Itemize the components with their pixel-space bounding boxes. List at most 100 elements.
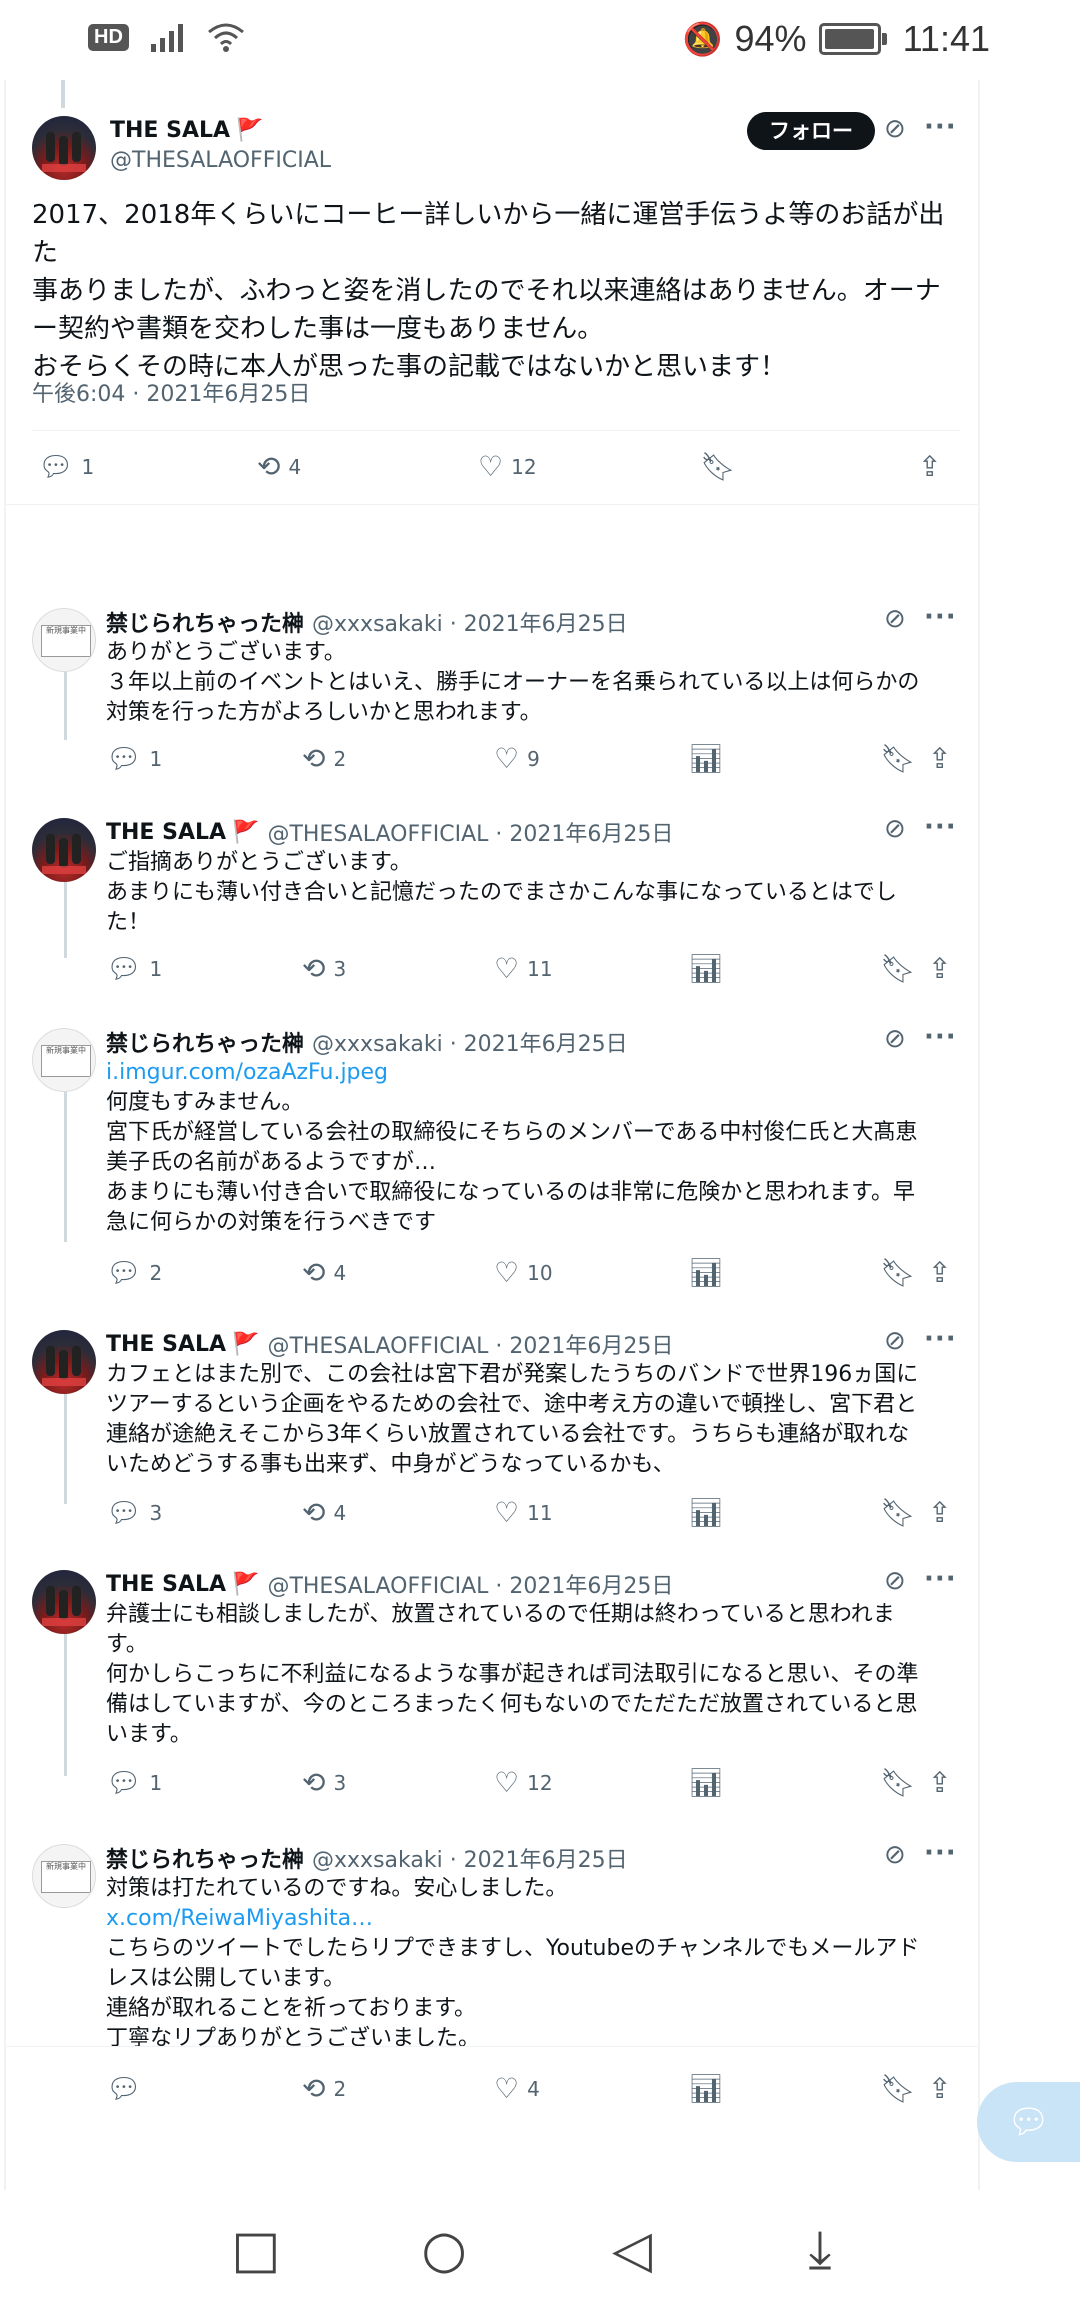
reply-button[interactable]: 💬︎ [106, 2072, 150, 2105]
reply-button[interactable]: 💬︎ 1 [106, 1766, 162, 1799]
author-name[interactable]: 禁じられちゃった榊 [106, 1026, 304, 1058]
like-button[interactable]: ♡ 12 [478, 450, 537, 483]
avatar[interactable] [32, 1330, 96, 1394]
bookmark-icon: 🔖︎ [880, 1496, 916, 1529]
like-button[interactable]: ♡ 12 [494, 1766, 553, 1799]
share-button[interactable]: ⇪ [928, 952, 951, 985]
author-name[interactable]: THE SALA [110, 118, 230, 143]
back-triangle-icon[interactable]: ◁ [592, 2220, 672, 2280]
author-handle[interactable]: @xxxsakaki · 2021年6月25日 [312, 1026, 628, 1058]
avatar[interactable] [32, 1570, 96, 1634]
like-button[interactable]: ♡ 10 [494, 1256, 553, 1289]
home-circle-icon[interactable]: ○ [404, 2220, 484, 2280]
share-button[interactable]: ⇪ [928, 2072, 951, 2105]
author-name-line[interactable]: THE SALA 🚩 @THESALAOFFICIAL · 2021年6月25日 [106, 1328, 673, 1360]
author-name[interactable]: 禁じられちゃった榊 [106, 606, 304, 638]
share-button[interactable]: ⇪ [918, 450, 941, 483]
repost-button[interactable]: ⟲ 3 [302, 952, 346, 985]
recents-square-icon[interactable]: □ [216, 2220, 296, 2280]
more-icon[interactable]: ··· [924, 1324, 957, 1354]
grok-icon[interactable]: ⊘ [884, 114, 906, 144]
notification-pull-icon[interactable]: ⤓ [780, 2220, 860, 2281]
views-button[interactable]: 📊︎ [688, 2072, 724, 2105]
views-button[interactable]: 📊︎ [688, 1256, 724, 1289]
author-name-line[interactable]: 禁じられちゃった榊 @xxxsakaki · 2021年6月25日 [106, 1026, 628, 1058]
repost-button[interactable]: ⟲ 3 [302, 1766, 346, 1799]
reply-text: ありがとうございます。 ３年以上前のイベントとはいえ、勝手にオーナーを名乗られて… [106, 640, 920, 725]
reply-button[interactable]: 💬︎ 1 [106, 952, 162, 985]
like-button[interactable]: ♡ 11 [494, 952, 553, 985]
grok-icon[interactable]: ⊘ [884, 604, 906, 634]
author-handle[interactable]: @THESALAOFFICIAL · 2021年6月25日 [267, 1568, 673, 1600]
views-button[interactable]: 📊︎ [688, 742, 724, 775]
bookmark-button[interactable]: 🔖︎ [880, 2072, 916, 2105]
author-name-line[interactable]: THE SALA 🚩 @THESALAOFFICIAL · 2021年6月25日 [106, 816, 673, 848]
author-handle[interactable]: @THESALAOFFICIAL · 2021年6月25日 [267, 816, 673, 848]
author-name-line[interactable]: 禁じられちゃった榊 @xxxsakaki · 2021年6月25日 [106, 606, 628, 638]
views-button[interactable]: 📊︎ [688, 1496, 724, 1529]
chat-fab[interactable]: 💬︎ [977, 2082, 1080, 2162]
avatar[interactable] [32, 818, 96, 882]
more-icon[interactable]: ··· [924, 602, 957, 632]
more-icon[interactable]: ··· [924, 812, 957, 842]
author-name-line[interactable]: THE SALA 🚩 [110, 118, 263, 143]
grok-icon[interactable]: ⊘ [884, 1566, 906, 1596]
author-handle[interactable]: @THESALAOFFICIAL [110, 148, 331, 173]
share-button[interactable]: ⇪ [928, 1256, 951, 1289]
author-name-line[interactable]: 禁じられちゃった榊 @xxxsakaki · 2021年6月25日 [106, 1842, 628, 1874]
repost-button[interactable]: ⟲ 4 [257, 450, 301, 483]
like-button[interactable]: ♡ 4 [494, 2072, 540, 2105]
post-text: 2017、2018年くらいにコーヒー詳しいから一緒に運営手伝うよ等のお話が出た … [32, 200, 945, 382]
reply-button[interactable]: 💬︎ 1 [106, 742, 162, 775]
share-button[interactable]: ⇪ [928, 1766, 951, 1799]
repost-count: 3 [333, 956, 347, 981]
like-button[interactable]: ♡ 11 [494, 1496, 553, 1529]
views-button[interactable]: 📊︎ [688, 952, 724, 985]
reply-button[interactable]: 💬︎ 1 [38, 450, 94, 483]
reply-icon: 💬︎ [106, 1766, 142, 1799]
bookmark-button[interactable]: 🔖︎ [880, 742, 916, 775]
author-name[interactable]: 禁じられちゃった榊 [106, 1842, 304, 1874]
grok-icon[interactable]: ⊘ [884, 814, 906, 844]
author-handle[interactable]: @THESALAOFFICIAL · 2021年6月25日 [267, 1328, 673, 1360]
grok-icon[interactable]: ⊘ [884, 1326, 906, 1356]
bookmark-button[interactable]: 🔖︎ [880, 1256, 916, 1289]
avatar[interactable]: 新規事業中 [32, 608, 96, 672]
bookmark-button[interactable]: 🔖︎ [880, 1496, 916, 1529]
views-button[interactable]: 📊︎ [688, 1766, 724, 1799]
reply-button[interactable]: 💬︎ 3 [106, 1496, 162, 1529]
author-handle[interactable]: @xxxsakaki · 2021年6月25日 [312, 606, 628, 638]
post-timestamp[interactable]: 午後6:04 · 2021年6月25日 [32, 376, 310, 408]
avatar[interactable]: 新規事業中 [32, 1844, 96, 1908]
follow-button[interactable]: フォロー [747, 112, 875, 150]
more-icon[interactable]: ··· [924, 112, 957, 142]
author-name-line[interactable]: THE SALA 🚩 @THESALAOFFICIAL · 2021年6月25日 [106, 1568, 673, 1600]
avatar[interactable] [32, 116, 96, 180]
reply-button[interactable]: 💬︎ 2 [106, 1256, 162, 1289]
like-button[interactable]: ♡ 9 [494, 742, 540, 775]
bookmark-button[interactable]: 🔖︎ [700, 450, 736, 483]
repost-button[interactable]: ⟲ 4 [302, 1256, 346, 1289]
bookmark-icon: 🔖︎ [880, 1766, 916, 1799]
more-icon[interactable]: ··· [924, 1022, 957, 1052]
repost-button[interactable]: ⟲ 2 [302, 742, 346, 775]
author-name[interactable]: THE SALA [106, 1572, 226, 1597]
avatar[interactable]: 新規事業中 [32, 1028, 96, 1092]
more-icon[interactable]: ··· [924, 1564, 957, 1594]
author-name[interactable]: THE SALA [106, 820, 226, 845]
image-link[interactable]: i.imgur.com/ozaAzFu.jpeg [106, 1058, 966, 1088]
views-icon: 📊︎ [688, 952, 724, 985]
bookmark-button[interactable]: 🔖︎ [880, 952, 916, 985]
repost-button[interactable]: ⟲ 4 [302, 1496, 346, 1529]
grok-icon[interactable]: ⊘ [884, 1024, 906, 1054]
author-name[interactable]: THE SALA [106, 1332, 226, 1357]
author-handle[interactable]: @xxxsakaki · 2021年6月25日 [312, 1842, 628, 1874]
share-button[interactable]: ⇪ [928, 1496, 951, 1529]
repost-button[interactable]: ⟲ 2 [302, 2072, 346, 2105]
profile-link[interactable]: x.com/ReiwaMiyashita… [106, 1904, 966, 1934]
avatar-card-text: 新規事業中 [41, 1045, 91, 1077]
more-icon[interactable]: ··· [924, 1838, 957, 1868]
share-button[interactable]: ⇪ [928, 742, 951, 775]
grok-icon[interactable]: ⊘ [884, 1840, 906, 1870]
bookmark-button[interactable]: 🔖︎ [880, 1766, 916, 1799]
